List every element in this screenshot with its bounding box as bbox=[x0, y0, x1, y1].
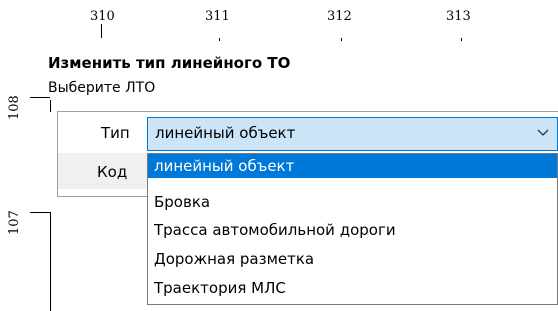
y-tick-mark bbox=[30, 97, 50, 98]
chevron-down-icon[interactable] bbox=[535, 124, 551, 140]
type-label: Тип bbox=[101, 124, 130, 142]
code-label: Код bbox=[97, 163, 128, 181]
y-axis-line bbox=[50, 100, 51, 112]
top-ruler: 310 311 312 313 bbox=[0, 0, 558, 48]
y-tick-label: 107 bbox=[7, 210, 22, 235]
x-tick-label: 310 bbox=[90, 9, 115, 24]
x-tick-mark bbox=[101, 24, 102, 38]
dropdown-option[interactable]: Дорожная разметка bbox=[148, 247, 557, 271]
x-tick-label: 313 bbox=[446, 9, 471, 24]
type-select[interactable]: линейный объект bbox=[147, 117, 558, 151]
x-tick-mark bbox=[341, 38, 342, 41]
type-select-value: линейный объект bbox=[155, 124, 296, 142]
left-ruler: 108 107 bbox=[0, 0, 52, 311]
dialog-title: Изменить тип линейного ТО bbox=[48, 54, 291, 72]
dropdown-option[interactable]: Траектория МЛС bbox=[148, 276, 557, 300]
type-dropdown-list[interactable]: линейный объект Бровка Трасса автомобиль… bbox=[147, 153, 558, 305]
dropdown-option[interactable]: Бровка bbox=[148, 190, 557, 214]
x-tick-label: 312 bbox=[327, 9, 352, 24]
x-tick-mark bbox=[461, 38, 462, 41]
y-axis-line bbox=[50, 212, 51, 311]
y-tick-label: 108 bbox=[7, 95, 22, 120]
y-tick-mark bbox=[30, 212, 50, 213]
dropdown-option[interactable]: линейный объект bbox=[148, 154, 557, 178]
x-tick-label: 311 bbox=[205, 9, 230, 24]
dialog-subtitle: Выберите ЛТО bbox=[48, 80, 156, 96]
x-tick-mark bbox=[219, 38, 220, 41]
dropdown-option[interactable]: Трасса автомобильной дороги bbox=[148, 218, 557, 242]
